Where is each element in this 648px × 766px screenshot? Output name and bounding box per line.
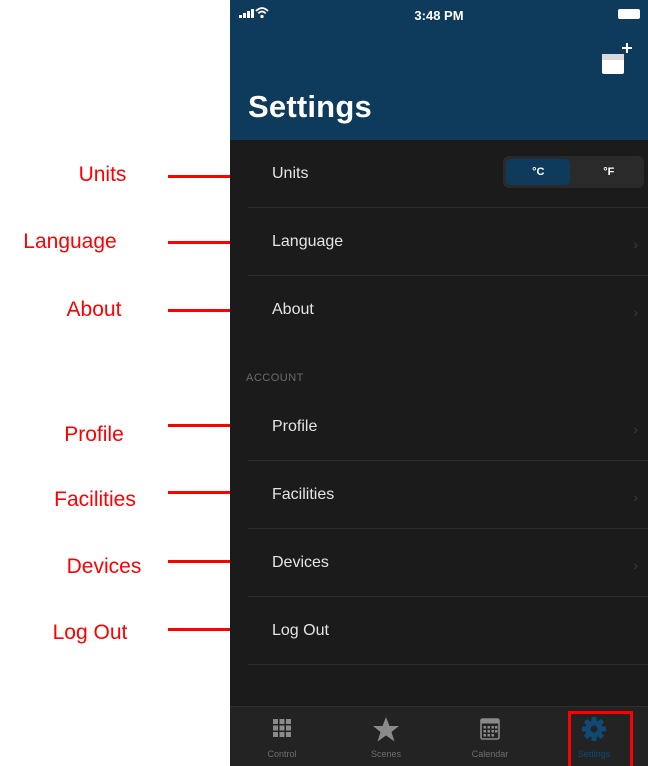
annotation-devices: Devices (0, 552, 208, 582)
settings-header: Settings (230, 36, 648, 140)
chevron-right-icon: › (633, 304, 638, 320)
add-device-icon[interactable] (600, 40, 636, 76)
profile-row[interactable]: Profile › (230, 393, 648, 461)
facilities-label: Facilities (272, 486, 335, 503)
tab-calendar[interactable]: Calendar (438, 707, 542, 766)
tab-label-calendar: Calendar (471, 749, 509, 759)
about-label: About (272, 301, 314, 318)
tab-label-control: Control (267, 749, 297, 759)
annotation-label-about: About (66, 298, 122, 321)
tab-label-scenes: Scenes (370, 749, 402, 759)
chevron-right-icon: › (633, 489, 638, 505)
grid-icon (273, 719, 291, 737)
page-title: Settings (248, 89, 372, 124)
logout-label: Log Out (272, 622, 329, 639)
account-section-header: ACCOUNT (230, 344, 648, 393)
chevron-right-icon: › (633, 421, 638, 437)
annotation-label-facilities: Facilities (54, 488, 136, 511)
calendar-icon (480, 718, 500, 740)
facilities-row[interactable]: Facilities › (230, 461, 648, 529)
language-row[interactable]: Language › (230, 208, 648, 276)
tab-scenes[interactable]: Scenes (334, 707, 438, 766)
annotation-logout: Log Out (0, 618, 180, 648)
annotation-language: Language (0, 227, 140, 257)
annotation-label-language: Language (23, 230, 117, 253)
account-section-label: ACCOUNT (246, 372, 304, 384)
status-time: 3:48 PM (414, 8, 464, 23)
language-label: Language (272, 233, 344, 250)
tab-control[interactable]: Control (230, 707, 334, 766)
tab-bar: Control Scenes Calendar Settings (230, 706, 648, 766)
devices-row[interactable]: Devices › (230, 529, 648, 597)
units-label: Units (272, 165, 309, 182)
battery-icon (618, 9, 640, 19)
profile-label: Profile (272, 418, 318, 435)
star-icon (373, 717, 399, 742)
chevron-right-icon: › (633, 557, 638, 573)
annotation-label-profile: Profile (64, 423, 124, 446)
chevron-right-icon: › (633, 236, 638, 252)
devices-label: Devices (272, 554, 329, 571)
about-row[interactable]: About › (230, 276, 648, 344)
units-row: Units °C °F (230, 140, 648, 208)
phone-screen: 3:48 PM Settings Units °C °F Language › (230, 0, 648, 766)
annotation-about: About (0, 295, 188, 325)
annotation-profile: Profile (0, 420, 188, 450)
unit-fahrenheit-option[interactable]: °F (577, 159, 641, 185)
annotation-label-devices: Devices (66, 555, 142, 578)
screenshot-stage: Units Language About Profile Facilities … (0, 0, 648, 766)
status-bar: 3:48 PM (230, 0, 648, 36)
settings-list: Units °C °F Language › About › ACCOUNT P… (230, 140, 648, 665)
settings-tab-highlight-box (568, 711, 633, 766)
unit-celsius-option[interactable]: °C (506, 159, 571, 185)
logout-row[interactable]: Log Out (230, 597, 648, 665)
annotation-facilities: Facilities (0, 485, 190, 515)
annotation-label-logout: Log Out (52, 621, 128, 644)
units-segmented-control: °C °F (503, 156, 644, 188)
